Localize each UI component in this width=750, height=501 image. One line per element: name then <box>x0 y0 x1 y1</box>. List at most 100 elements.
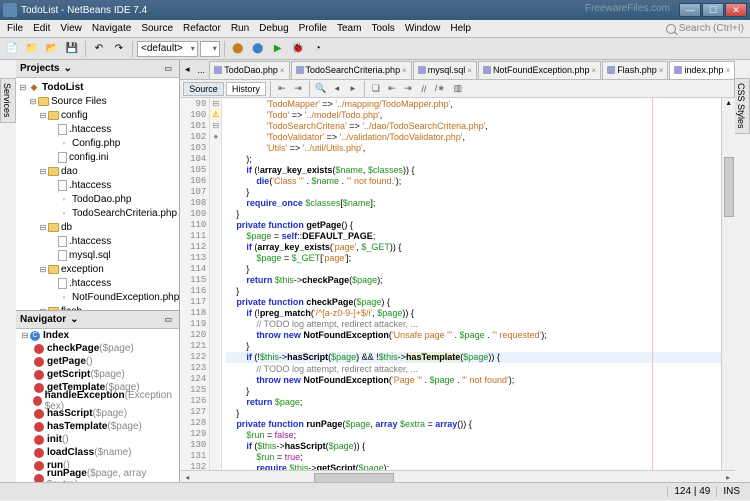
tab-close-icon[interactable]: × <box>467 66 472 75</box>
menu-run[interactable]: Run <box>226 22 254 35</box>
menu-tools[interactable]: Tools <box>366 22 399 35</box>
nav-item[interactable]: runPage($page, array $extra) <box>16 472 179 482</box>
build-button[interactable]: ⬤ <box>229 40 247 58</box>
navigator-list[interactable]: ⊟CIndex checkPage($page)getPage()getScri… <box>16 329 179 482</box>
editor-tab[interactable]: NotFoundException.php× <box>478 61 601 79</box>
menu-debug[interactable]: Debug <box>254 22 293 35</box>
search-box[interactable]: Search (Ctrl+I) <box>666 23 750 34</box>
nav-item[interactable]: checkPage($page) <box>16 342 179 355</box>
menu-file[interactable]: File <box>2 22 28 35</box>
tree-item[interactable]: .htaccess <box>16 276 179 290</box>
tree-item[interactable]: ⊟dao <box>16 164 179 178</box>
history-tab[interactable]: History <box>226 82 266 96</box>
services-side-tab[interactable]: Services <box>0 78 16 123</box>
search-icon <box>666 24 676 34</box>
tree-item[interactable]: ⊟db <box>16 220 179 234</box>
nav-item[interactable]: hasTemplate($page) <box>16 420 179 433</box>
tree-item[interactable]: ◦TodoSearchCriteria.php <box>16 206 179 220</box>
menu-edit[interactable]: Edit <box>28 22 55 35</box>
menu-team[interactable]: Team <box>332 22 366 35</box>
tree-item[interactable]: .htaccess <box>16 122 179 136</box>
comment-button[interactable]: // <box>417 82 431 96</box>
editor-tab[interactable]: index.php× <box>669 61 735 79</box>
tree-item[interactable]: ◦Config.php <box>16 136 179 150</box>
nav-item[interactable]: loadClass($name) <box>16 446 179 459</box>
tab-close-icon[interactable]: × <box>659 66 664 75</box>
editor-tab[interactable]: Flash.php× <box>602 61 668 79</box>
next-bookmark-button[interactable]: ▸ <box>346 82 360 96</box>
tree-item[interactable]: .htaccess <box>16 234 179 248</box>
watermark: FreewareFiles.com <box>585 3 670 14</box>
editor-tabs: ◂...TodoDao.php×TodoSearchCriteria.php×m… <box>180 60 735 80</box>
editor-tab[interactable]: mysql.sql× <box>413 61 477 79</box>
uncomment-button[interactable]: /∗ <box>433 82 447 96</box>
cursor-position: 124 | 49 <box>667 486 716 497</box>
menu-refactor[interactable]: Refactor <box>178 22 226 35</box>
open-button[interactable]: 📂 <box>43 40 61 58</box>
annotation-gutter[interactable]: ⊟⚠⊟● <box>210 98 222 470</box>
profile-button[interactable]: ◔ <box>309 40 327 58</box>
split-button[interactable]: ▥ <box>451 82 465 96</box>
tab-close-icon[interactable]: × <box>280 66 285 75</box>
clean-build-button[interactable]: ⬤ <box>249 40 267 58</box>
maximize-button[interactable]: ☐ <box>702 3 724 17</box>
redo-button[interactable]: ↷ <box>110 40 128 58</box>
menu-view[interactable]: View <box>55 22 87 35</box>
project-tree[interactable]: ⊟◆TodoList ⊟Source Files⊟config.htaccess… <box>16 78 179 310</box>
tree-item[interactable]: mysql.sql <box>16 248 179 262</box>
tree-item[interactable]: ◦TodoDao.php <box>16 192 179 206</box>
new-project-button[interactable]: 📁 <box>23 40 41 58</box>
nav-item[interactable]: getPage() <box>16 355 179 368</box>
debug-button[interactable]: 🐞 <box>289 40 307 58</box>
nav-back-button[interactable]: ⇤ <box>275 82 289 96</box>
line-gutter[interactable]: 9910010110210310410510610710810911011111… <box>180 98 210 470</box>
config-combo[interactable]: <default> <box>137 41 198 57</box>
tabs-scroll-left[interactable]: ◂ <box>180 64 194 75</box>
menu-help[interactable]: Help <box>445 22 476 35</box>
tab-close-icon[interactable]: × <box>402 66 407 75</box>
tree-item[interactable]: .htaccess <box>16 178 179 192</box>
run-target-combo[interactable] <box>200 41 220 57</box>
nav-item[interactable]: init() <box>16 433 179 446</box>
editor-tab[interactable]: TodoDao.php× <box>209 61 289 79</box>
save-all-button[interactable]: 💾 <box>63 40 81 58</box>
tree-item[interactable]: ⊟config <box>16 108 179 122</box>
code-area[interactable]: 'TodoMapper' => '../mapping/TodoMapper.p… <box>222 98 721 470</box>
panel-min-button[interactable]: ▭ <box>161 62 175 76</box>
nav-item[interactable]: handleException(Exception $ex) <box>16 394 179 407</box>
editor-tab[interactable]: TodoSearchCriteria.php× <box>291 61 412 79</box>
prev-bookmark-button[interactable]: ◂ <box>330 82 344 96</box>
navigator-panel-header: Navigator ⌄ ▭ <box>16 311 179 329</box>
search-placeholder: Search (Ctrl+I) <box>679 23 744 34</box>
tree-item[interactable]: ⊟Source Files <box>16 94 179 108</box>
menu-profile[interactable]: Profile <box>294 22 332 35</box>
nav-min-button[interactable]: ▭ <box>161 313 175 327</box>
window-title: TodoList - NetBeans IDE 7.4 <box>21 5 679 16</box>
run-button[interactable]: ▶ <box>269 40 287 58</box>
tab-close-icon[interactable]: × <box>725 66 730 75</box>
source-tab[interactable]: Source <box>183 82 224 96</box>
projects-panel-header: Projects ⌄ ▭ <box>16 60 179 78</box>
vertical-scrollbar[interactable]: ▴ <box>721 98 735 470</box>
tree-item[interactable]: ◦NotFoundException.php <box>16 290 179 304</box>
shift-left-button[interactable]: ⇤ <box>385 82 399 96</box>
css-styles-side-tab[interactable]: CSS Styles <box>734 78 750 134</box>
undo-button[interactable]: ↶ <box>90 40 108 58</box>
find-sel-button[interactable]: 🔍 <box>314 82 328 96</box>
menu-navigate[interactable]: Navigate <box>87 22 136 35</box>
nav-fwd-button[interactable]: ⇥ <box>291 82 305 96</box>
tree-item[interactable]: ⊟exception <box>16 262 179 276</box>
menu-window[interactable]: Window <box>400 22 446 35</box>
app-icon <box>3 3 17 17</box>
new-file-button[interactable]: 📄 <box>3 40 21 58</box>
tab-close-icon[interactable]: × <box>592 66 597 75</box>
toggle-highlight-button[interactable]: ❏ <box>369 82 383 96</box>
tree-item[interactable]: config.ini <box>16 150 179 164</box>
nav-item[interactable]: getScript($page) <box>16 368 179 381</box>
menu-source[interactable]: Source <box>136 22 178 35</box>
minimize-button[interactable]: — <box>679 3 701 17</box>
tabs-more[interactable]: ... <box>194 65 208 75</box>
code-editor[interactable]: 9910010110210310410510610710810911011111… <box>180 98 735 470</box>
shift-right-button[interactable]: ⇥ <box>401 82 415 96</box>
close-button[interactable]: ✕ <box>725 3 747 17</box>
